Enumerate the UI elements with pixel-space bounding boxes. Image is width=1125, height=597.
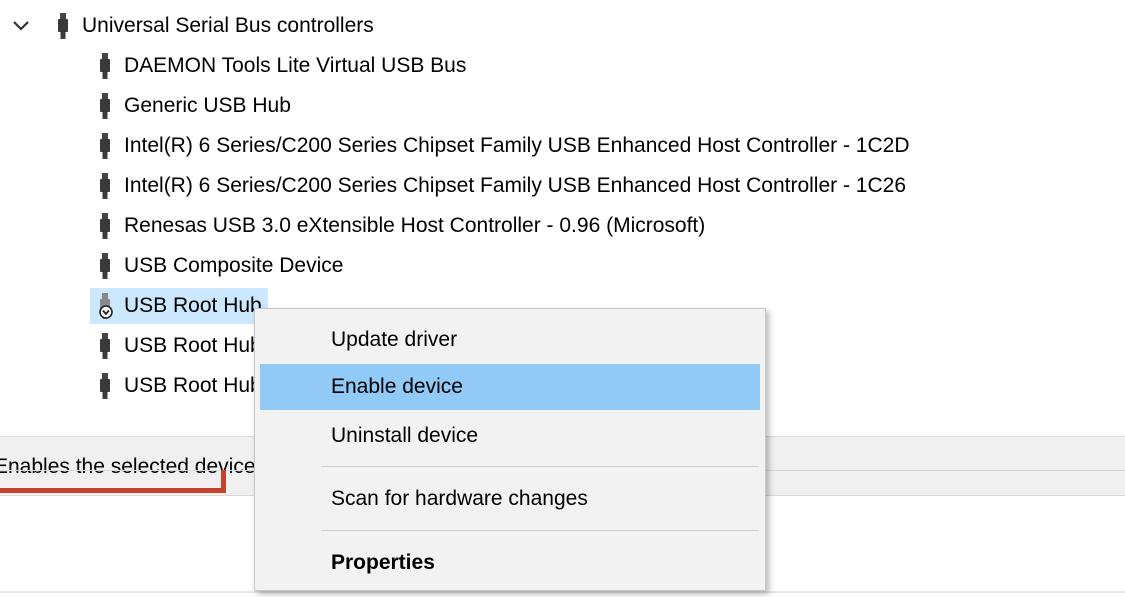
tree-item-device[interactable]: USB Root Hub xyxy=(90,328,268,364)
menu-separator xyxy=(321,466,759,467)
window-bottom-divider xyxy=(0,591,1125,593)
usb-connector-icon xyxy=(58,13,68,39)
usb-connector-icon xyxy=(100,133,110,159)
tree-item-label: Intel(R) 6 Series/C200 Series Chipset Fa… xyxy=(124,134,910,157)
menu-item-label: Scan for hardware changes xyxy=(331,487,588,510)
usb-connector-icon xyxy=(100,93,110,119)
device-manager-window: Universal Serial Bus controllers DAEMON … xyxy=(0,0,1125,597)
usb-connector-icon xyxy=(100,333,110,359)
tree-item-label: USB Root Hub xyxy=(124,294,262,317)
tree-item-device[interactable]: USB Composite Device xyxy=(90,248,349,284)
tree-category-label: Universal Serial Bus controllers xyxy=(82,14,374,37)
menu-item-label: Uninstall device xyxy=(331,424,479,447)
tree-category-usb-controllers[interactable]: Universal Serial Bus controllers xyxy=(48,8,380,44)
usb-disabled-device-icon xyxy=(99,293,113,319)
tree-item-label: USB Composite Device xyxy=(124,254,344,277)
context-menu: Update driver Enable device Uninstall de… xyxy=(254,308,766,591)
window-accent-border xyxy=(0,488,226,493)
menu-item-label: Properties xyxy=(331,551,435,574)
tree-item-label: Intel(R) 6 Series/C200 Series Chipset Fa… xyxy=(124,174,906,197)
tree-item-label: USB Root Hub xyxy=(124,374,262,397)
menu-item-label: Update driver xyxy=(331,328,458,351)
menu-item-enable-device[interactable]: Enable device xyxy=(260,364,760,410)
tree-item-device[interactable]: USB Root Hub xyxy=(90,368,268,404)
usb-connector-icon xyxy=(100,373,110,399)
usb-connector-icon xyxy=(100,213,110,239)
menu-item-properties[interactable]: Properties xyxy=(260,540,760,586)
chevron-down-icon[interactable] xyxy=(8,14,36,38)
tree-item-device[interactable]: DAEMON Tools Lite Virtual USB Bus xyxy=(90,48,472,84)
usb-connector-icon xyxy=(100,173,110,199)
tree-item-label: Renesas USB 3.0 eXtensible Host Controll… xyxy=(124,214,706,237)
tree-item-label: DAEMON Tools Lite Virtual USB Bus xyxy=(124,54,467,77)
tree-item-device[interactable]: Renesas USB 3.0 eXtensible Host Controll… xyxy=(90,208,711,244)
menu-item-uninstall-device[interactable]: Uninstall device xyxy=(260,413,760,459)
menu-item-label: Enable device xyxy=(331,375,463,398)
tree-item-device-selected[interactable]: USB Root Hub xyxy=(90,288,268,324)
menu-item-scan-hardware[interactable]: Scan for hardware changes xyxy=(260,476,760,522)
tree-item-device[interactable]: Intel(R) 6 Series/C200 Series Chipset Fa… xyxy=(90,128,915,164)
tree-item-label: USB Root Hub xyxy=(124,334,262,357)
usb-connector-icon xyxy=(100,253,110,279)
tree-item-label: Generic USB Hub xyxy=(124,94,291,117)
menu-item-update-driver[interactable]: Update driver xyxy=(260,317,760,363)
usb-connector-icon xyxy=(100,53,110,79)
tree-item-device[interactable]: Generic USB Hub xyxy=(90,88,297,124)
tree-item-device[interactable]: Intel(R) 6 Series/C200 Series Chipset Fa… xyxy=(90,168,912,204)
menu-separator xyxy=(321,530,759,531)
